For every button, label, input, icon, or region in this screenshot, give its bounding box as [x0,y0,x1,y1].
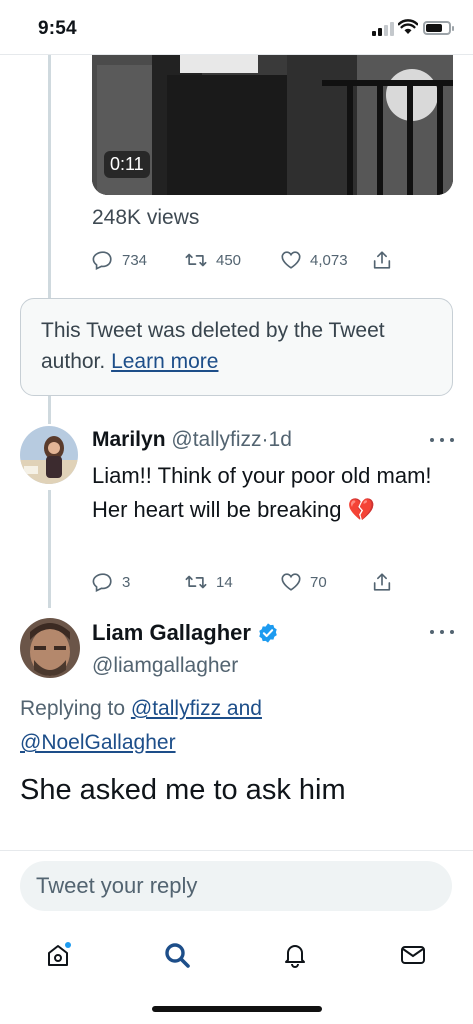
status-bar: 9:54 [0,0,473,54]
retweet-icon [185,253,207,267]
avatar[interactable] [20,618,80,678]
avatar-image [20,618,80,678]
reply-icon [92,573,112,593]
tab-messages[interactable] [396,938,430,972]
status-time: 9:54 [38,18,77,39]
search-icon [165,943,190,968]
replying-to-label: Replying to [20,697,126,720]
reply-tweet-header: Marilyn @tallyfizz·1d [92,428,292,452]
retweet-count: 450 [216,251,242,269]
reply-tweet-text: Liam!! Think of your poor old mam! Her h… [92,459,442,527]
reply-button[interactable]: 3 [92,570,130,594]
reply-tweet-body: Liam!! Think of your poor old mam! Her h… [92,463,432,522]
avatar[interactable] [20,426,78,484]
verified-badge-icon [259,623,277,643]
tab-bar [0,930,473,980]
tab-notifications[interactable] [278,938,312,972]
share-button[interactable] [371,570,393,594]
share-button[interactable] [371,248,393,272]
like-button[interactable]: 70 [280,570,327,594]
reply-button[interactable]: 734 [92,248,147,272]
tweet-time: 1d [268,428,292,451]
view-count: 248K views [92,206,200,229]
thread-line [48,396,51,424]
notifications-icon [285,945,305,968]
home-icon [48,942,71,966]
battery-icon [423,21,454,35]
more-options-icon[interactable] [430,436,454,444]
learn-more-link[interactable]: Learn more [111,350,218,373]
retweet-icon [185,575,207,589]
reply-icon [92,251,112,271]
home-indicator[interactable] [152,1006,322,1012]
author-handle[interactable]: @tallyfizz [171,428,261,451]
messages-icon [401,946,425,964]
share-icon [373,251,391,269]
reply-count: 3 [122,573,131,591]
thread-line [48,490,51,608]
broken-heart-emoji: 💔 [347,497,375,522]
tab-home[interactable] [42,938,76,972]
heart-icon [281,251,301,269]
retweet-count: 14 [216,573,233,591]
avatar-image [20,426,78,484]
tweet-actions: 734 450 4,073 [92,248,392,272]
deleted-tweet-notice: This Tweet was deleted by the Tweet auth… [20,298,453,396]
like-count: 4,073 [310,251,348,269]
tweet-video[interactable]: 0:11 [92,55,453,195]
thread-line [48,55,51,298]
main-tweet-text: She asked me to ask him [20,774,346,806]
video-duration: 0:11 [104,151,150,178]
share-icon [373,573,391,591]
wifi-icon [398,19,418,34]
reply-tweet-actions: 3 14 70 [92,570,392,594]
main-author-name-row: Liam Gallagher [92,620,279,646]
more-options-icon[interactable] [430,628,454,636]
reply-placeholder: Tweet your reply [36,873,198,898]
mention-link[interactable]: @tallyfizz and [131,697,262,720]
replying-to: Replying to @tallyfizz and @NoelGallaghe… [20,692,450,760]
like-button[interactable]: 4,073 [280,248,348,272]
author-name[interactable]: Marilyn [92,428,166,451]
mention-link[interactable]: @NoelGallagher [20,731,176,754]
retweet-button[interactable]: 14 [184,570,233,594]
reply-input[interactable]: Tweet your reply [20,861,452,911]
heart-icon [281,573,301,591]
reply-count: 734 [122,251,148,269]
like-count: 70 [310,573,327,591]
main-author-handle[interactable]: @liamgallagher [92,654,238,678]
retweet-button[interactable]: 450 [184,248,241,272]
cellular-signal-icon [372,22,394,36]
main-author-name[interactable]: Liam Gallagher [92,620,251,646]
composer-divider [0,850,473,851]
tab-search[interactable] [160,938,194,972]
separator: · [261,428,269,451]
